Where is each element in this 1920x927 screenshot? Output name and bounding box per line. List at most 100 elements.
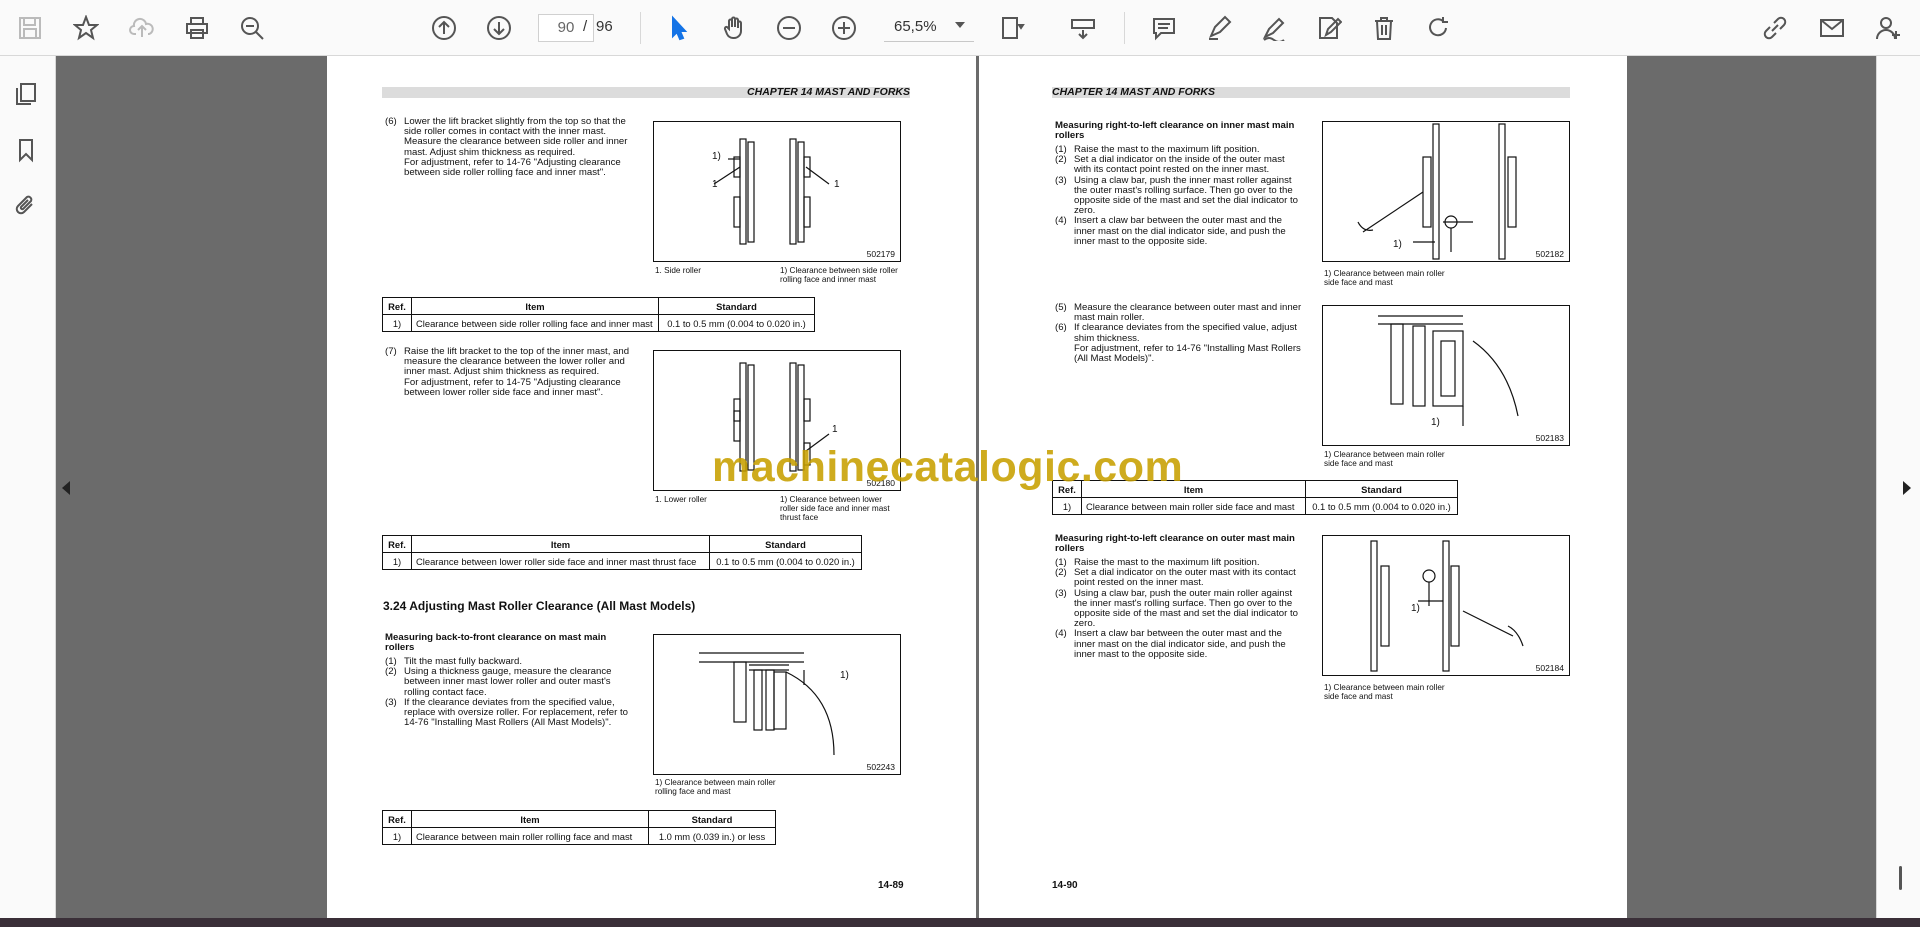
delete-trash-icon[interactable] (1368, 12, 1400, 44)
table-row: 1) Clearance between main roller rolling … (382, 827, 776, 845)
page-number: 14-90 (1052, 880, 1078, 891)
callout-label: 1) (712, 151, 721, 162)
callout-label: 1 (834, 179, 840, 190)
figure-caption: 1) Clearance between main roller side fa… (1324, 683, 1445, 701)
table-header: Ref. (382, 535, 412, 553)
share-link-icon[interactable] (1759, 12, 1791, 44)
subheading: Measuring right-to-left clearance on inn… (1055, 120, 1295, 142)
steps-back-to-front: (1) Tilt the mast fully backward. (2) Usin… (385, 656, 628, 729)
page-total: 96 (596, 18, 613, 35)
comment-icon[interactable] (1148, 12, 1180, 44)
redo-icon[interactable] (1423, 12, 1455, 44)
steps-inner-mast: (1) Raise the mast to the maximum lift po… (1055, 144, 1298, 247)
callout-label: 1) (1393, 239, 1402, 250)
collapse-left-panel-icon[interactable] (62, 481, 70, 495)
page-thumbnails-icon[interactable] (10, 78, 42, 110)
step-text: Raise the lift bracket to the top of the… (404, 346, 630, 398)
page-down-icon[interactable] (483, 12, 515, 44)
select-cursor-icon[interactable] (663, 12, 695, 44)
figure-inner-mast-dial: 1) 502182 (1322, 121, 1570, 262)
draw-pen-icon[interactable] (1258, 12, 1290, 44)
table-header: Standard (658, 297, 815, 315)
zoom-out-icon[interactable] (773, 12, 805, 44)
save-icon[interactable] (14, 12, 46, 44)
scrollbar-thumb[interactable] (1899, 866, 1902, 890)
table-header: Ref. (382, 297, 412, 315)
right-tools-panel (1876, 56, 1920, 918)
spec-table-lower-roller: Ref. Item Standard 1) Clearance between low… (382, 535, 862, 570)
spec-table-side-roller: Ref. Item Standard 1) Clearance between sid… (382, 297, 815, 332)
figure-main-roller: 1) 502243 (653, 634, 901, 775)
figure-caption: 1) Clearance between lower roller side f… (780, 495, 890, 522)
page-separator: / (583, 18, 588, 35)
print-icon[interactable] (181, 12, 213, 44)
step-number: (7) (385, 346, 397, 357)
callout-label: 1) (840, 670, 849, 681)
figure-caption: 1. Lower roller (655, 495, 707, 504)
subheading: Measuring back-to-front clearance on mas… (385, 632, 607, 654)
figure-number: 502243 (866, 762, 895, 772)
toolbar-divider (1124, 12, 1125, 44)
bookmark-star-icon[interactable] (70, 12, 102, 44)
left-navigation-panel (0, 56, 56, 918)
page-number: 14-89 (878, 880, 904, 891)
callout-label: 1 (712, 179, 718, 190)
figure-caption: 1) Clearance between main roller side fa… (1324, 450, 1445, 468)
zoom-out-marquee-icon[interactable] (236, 12, 268, 44)
step-number: (6) (385, 116, 397, 127)
keyboard-scroll-icon[interactable] (1067, 12, 1099, 44)
bookmarks-icon[interactable] (10, 134, 42, 166)
steps-inner-mast-cont: (5) Measure the clearance between outer m… (1055, 302, 1302, 365)
table-header: Standard (709, 535, 862, 553)
figure-number: 502182 (1535, 249, 1564, 259)
toolbar-divider (640, 12, 641, 44)
step-7: (7) Raise the lift bracket to the top of … (385, 346, 633, 398)
hand-tool-icon[interactable] (718, 12, 750, 44)
table-header: Item (411, 535, 710, 553)
table-header: Standard (648, 810, 776, 828)
outer-mast-dial-drawing (1370, 540, 1524, 672)
page-up-icon[interactable] (428, 12, 460, 44)
highlight-pen-icon[interactable] (1203, 12, 1235, 44)
subheading: Measuring right-to-left clearance on out… (1055, 533, 1295, 555)
table-row: 1) Clearance between side roller rolling … (382, 314, 815, 332)
figure-number: 502183 (1535, 433, 1564, 443)
callout-label: 1 (832, 424, 838, 435)
watermark-text: machinecatalogic.com (712, 443, 1184, 491)
figure-caption: 1) Clearance between main roller side fa… (1324, 269, 1445, 287)
step-text: Lower the lift bracket slightly from the… (404, 116, 628, 179)
inner-mast-dial-drawing (1357, 123, 1517, 260)
figure-side-roller: 1) 1 1 502179 (653, 121, 901, 262)
table-row: 1) Clearance between lower roller side fa… (382, 552, 862, 570)
spec-table-main-roller: Ref. Item Standard 1) Clearance between mai… (382, 810, 776, 845)
chevron-down-icon[interactable] (955, 22, 965, 28)
edit-text-icon[interactable] (1313, 12, 1345, 44)
page-fit-icon[interactable] (996, 12, 1028, 44)
chapter-header: CHAPTER 14 MAST AND FORKS (1052, 87, 1570, 98)
figure-caption: 1) Clearance between main roller rolling… (655, 778, 776, 796)
figure-caption: 1. Side roller (655, 266, 701, 275)
figure-outer-mast-dial: 1) 502184 (1322, 535, 1570, 676)
shim-adjust-drawing (1378, 315, 1519, 426)
expand-right-panel-icon[interactable] (1903, 481, 1911, 495)
cloud-upload-icon[interactable] (126, 12, 158, 44)
table-header: Item (411, 297, 659, 315)
toolbar: 90 / 96 65,5% (0, 0, 1920, 56)
table-header: Item (411, 810, 649, 828)
section-heading: 3.24 Adjusting Mast Roller Clearance (Al… (383, 599, 696, 613)
figure-number: 502184 (1535, 663, 1564, 673)
zoom-level-select[interactable]: 65,5% (884, 14, 974, 42)
callout-label: 1) (1431, 417, 1440, 428)
main-roller-drawing (699, 652, 835, 756)
side-roller-drawing (713, 138, 830, 245)
table-row: 1) Clearance between main roller side fac… (1052, 497, 1458, 515)
callout-label: 1) (1411, 603, 1420, 614)
email-icon[interactable] (1816, 12, 1848, 44)
step-6: (6) Lower the lift bracket slightly from … (385, 116, 633, 179)
steps-outer-mast: (1) Raise the mast to the maximum lift po… (1055, 557, 1298, 660)
add-user-icon[interactable] (1872, 12, 1904, 44)
attachments-paperclip-icon[interactable] (10, 190, 42, 222)
figure-caption: 1) Clearance between side roller rolling… (780, 266, 898, 284)
figure-shim-adjust: 1) 502183 (1322, 305, 1570, 446)
zoom-in-icon[interactable] (828, 12, 860, 44)
